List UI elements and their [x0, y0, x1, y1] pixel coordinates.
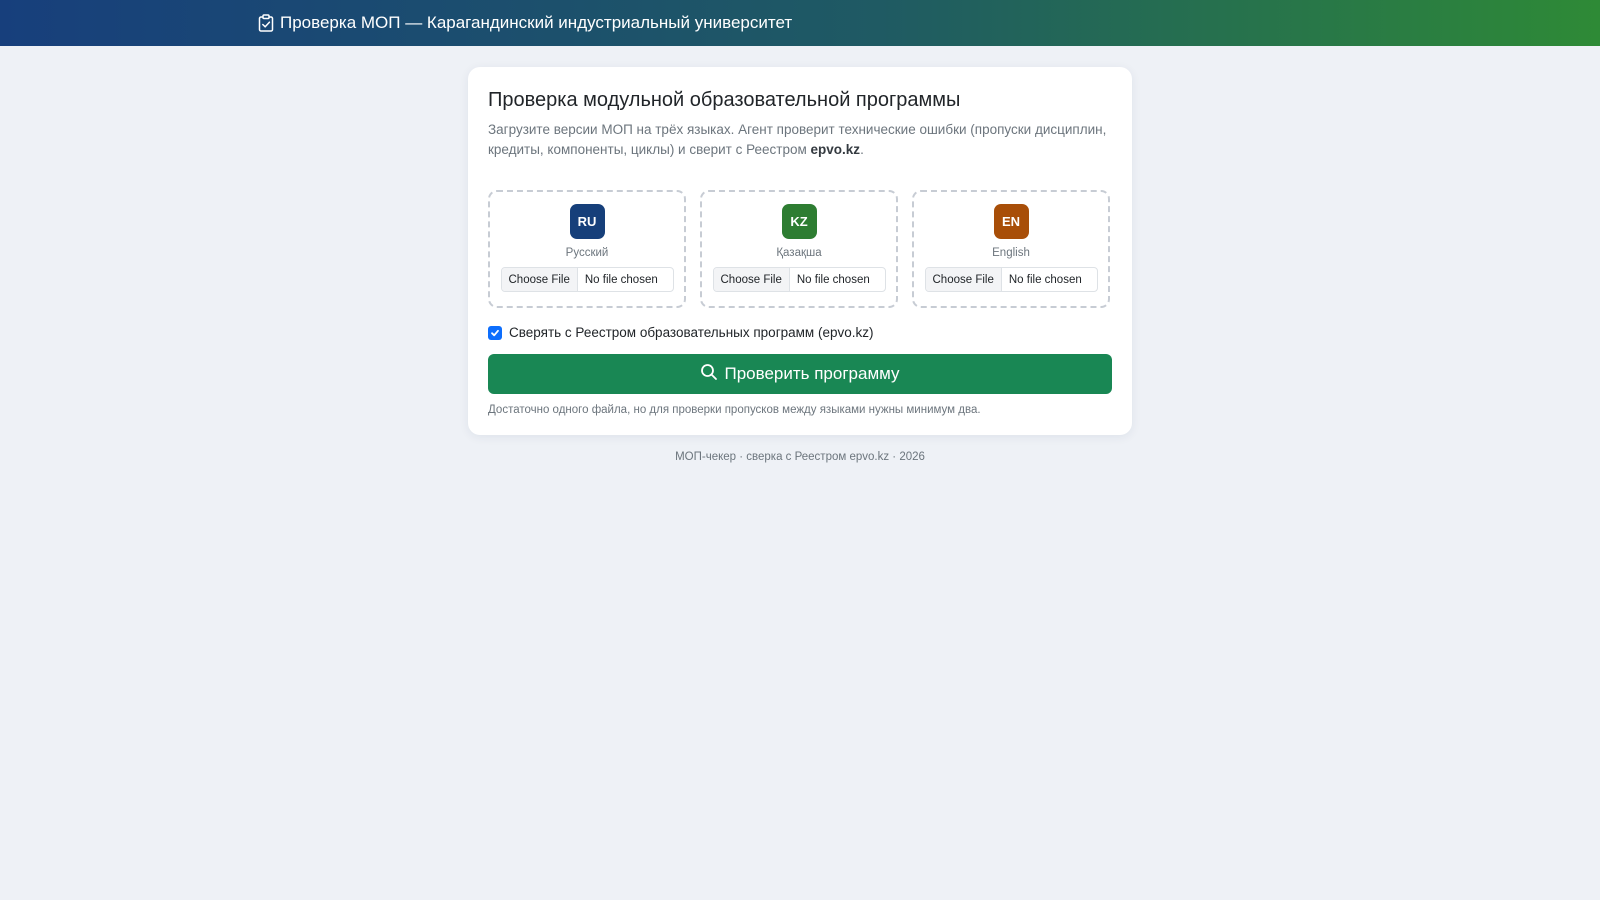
file-input-ru[interactable]: Choose File No file chosen: [500, 267, 674, 292]
file-status-en: No file chosen: [1008, 273, 1082, 286]
choose-file-button-en[interactable]: Choose File: [925, 268, 1002, 291]
file-status-kz: No file chosen: [796, 273, 870, 286]
lang-name-ru: Русский: [565, 247, 609, 259]
checkmark-icon: [491, 329, 499, 336]
language-uploads: RU Русский Choose File No file chosen KZ…: [488, 190, 1112, 308]
card-description-end: .: [860, 142, 864, 157]
registry-check-row[interactable]: Сверять с Реестром образовательных прогр…: [488, 325, 1112, 340]
lang-badge-ru: RU: [569, 204, 605, 239]
file-input-kz[interactable]: Choose File No file chosen: [712, 267, 886, 292]
lang-name-kz: Қазақша: [776, 247, 822, 259]
lang-badge-kz: KZ: [781, 204, 817, 239]
choose-file-button-ru[interactable]: Choose File: [501, 268, 578, 291]
mop-check-card: Проверка модульной образовательной прогр…: [468, 67, 1132, 435]
upload-box-en: EN English Choose File No file chosen: [912, 190, 1110, 308]
upload-hint: Достаточно одного файла, но для проверки…: [488, 404, 981, 416]
page-footer: МОП-чекер · сверка с Реестром epvo.kz · …: [675, 451, 925, 463]
file-input-en[interactable]: Choose File No file chosen: [924, 267, 1098, 292]
upload-box-ru: RU Русский Choose File No file chosen: [488, 190, 686, 308]
registry-checkbox[interactable]: [488, 325, 502, 340]
clipboard-check-icon: [258, 14, 274, 32]
navbar-brand[interactable]: Проверка МОП — Карагандинский индустриал…: [258, 13, 792, 33]
card-description-link: epvo.kz: [810, 142, 861, 157]
card-description: Загрузите версии МОП на трёх языках. Аге…: [488, 120, 1110, 160]
top-navbar: Проверка МОП — Карагандинский индустриал…: [0, 0, 1600, 46]
check-program-label: Проверить программу: [724, 364, 900, 383]
lang-badge-en: EN: [993, 204, 1029, 239]
lang-name-en: English: [992, 247, 1030, 259]
upload-box-kz: KZ Қазақша Choose File No file chosen: [700, 190, 898, 308]
navbar-title: Проверка МОП — Карагандинский индустриал…: [280, 13, 793, 32]
search-icon: [700, 363, 718, 386]
check-program-button[interactable]: Проверить программу: [488, 354, 1112, 394]
choose-file-button-kz[interactable]: Choose File: [713, 268, 790, 291]
file-status-ru: No file chosen: [584, 273, 658, 286]
card-title: Проверка модульной образовательной прогр…: [488, 89, 961, 111]
card-description-text: Загрузите версии МОП на трёх языках. Аге…: [488, 122, 1107, 157]
registry-check-label: Сверять с Реестром образовательных прогр…: [509, 325, 874, 340]
